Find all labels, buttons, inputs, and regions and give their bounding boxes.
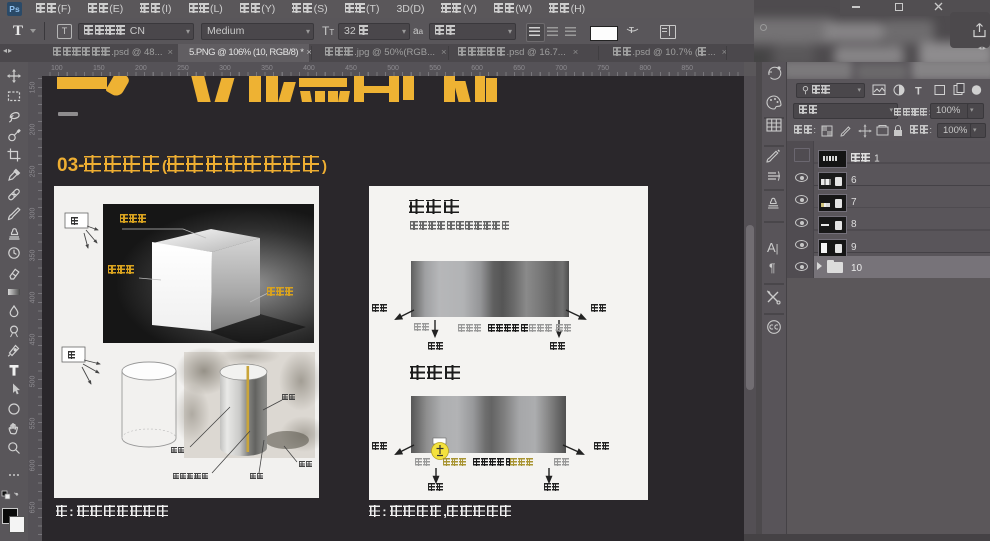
svg-text:T: T	[915, 86, 922, 98]
svg-text:A|: A|	[767, 240, 779, 255]
svg-text:¶: ¶	[769, 261, 775, 275]
svg-text:T: T	[629, 26, 634, 35]
